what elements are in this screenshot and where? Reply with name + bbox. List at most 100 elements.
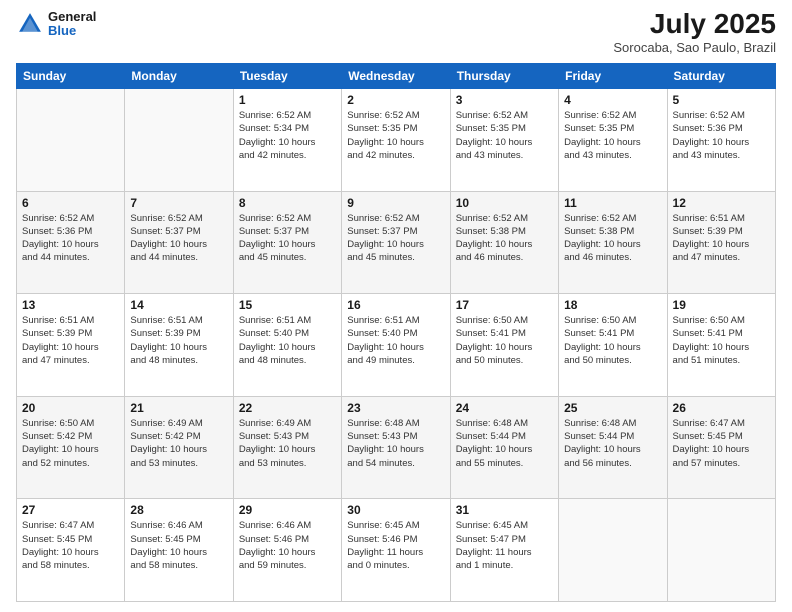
table-row: 30 Sunrise: 6:45 AMSunset: 5:46 PMDayligh… [342,499,450,602]
day-number: 29 [239,503,336,517]
table-row: 21Sunrise: 6:49 AMSunset: 5:42 PMDayligh… [125,396,233,499]
day-number: 10 [456,196,553,210]
table-row: 13 Sunrise: 6:51 AMSunset: 5:39 PMDayligh… [17,294,125,397]
day-number: 14 [130,298,227,312]
day-info: Sunrise: 6:51 AMSunset: 5:39 PMDaylight:… [130,314,227,367]
table-row: 5Sunrise: 6:52 AMSunset: 5:36 PMDaylight… [667,89,775,192]
day-number: 20 [22,401,119,415]
table-row: 1 Sunrise: 6:52 AMSunset: 5:34 PMDaylight… [233,89,341,192]
calendar-week-row: 20 Sunrise: 6:50 AMSunset: 5:42 PMDayligh… [17,396,776,499]
table-row: 28 Sunrise: 6:46 AMSunset: 5:45 PMDayligh… [125,499,233,602]
day-number: 6 [22,196,119,210]
table-row: 15Sunrise: 6:51 AMSunset: 5:40 PMDayligh… [233,294,341,397]
day-info: Sunrise: 6:52 AMSunset: 5:37 PMDaylight:… [130,212,227,265]
calendar-week-row: 6 Sunrise: 6:52 AMSunset: 5:36 PMDaylight… [17,191,776,294]
location: Sorocaba, Sao Paulo, Brazil [613,40,776,55]
day-number: 8 [239,196,336,210]
table-row: 12Sunrise: 6:51 AMSunset: 5:39 PMDayligh… [667,191,775,294]
day-info: Sunrise: 6:52 AMSunset: 5:36 PMDaylight:… [673,109,770,162]
table-row [559,499,667,602]
day-number: 7 [130,196,227,210]
table-row: 16 Sunrise: 6:51 AMSunset: 5:40 PMDayligh… [342,294,450,397]
day-info: Sunrise: 6:50 AMSunset: 5:41 PMDaylight:… [564,314,661,367]
page: General Blue July 2025 Sorocaba, Sao Pau… [0,0,792,612]
day-number: 3 [456,93,553,107]
day-number: 12 [673,196,770,210]
day-info: Sunrise: 6:47 AMSunset: 5:45 PMDaylight:… [22,519,119,572]
day-number: 30 [347,503,444,517]
title-block: July 2025 Sorocaba, Sao Paulo, Brazil [613,10,776,55]
header-saturday: Saturday [667,64,775,89]
table-row: 8 Sunrise: 6:52 AMSunset: 5:37 PMDaylight… [233,191,341,294]
logo-blue: Blue [48,24,96,38]
day-info: Sunrise: 6:51 AMSunset: 5:39 PMDaylight:… [22,314,119,367]
day-info: Sunrise: 6:45 AMSunset: 5:47 PMDaylight:… [456,519,553,572]
header-sunday: Sunday [17,64,125,89]
header-thursday: Thursday [450,64,558,89]
weekday-header-row: Sunday Monday Tuesday Wednesday Thursday… [17,64,776,89]
table-row: 11Sunrise: 6:52 AMSunset: 5:38 PMDayligh… [559,191,667,294]
day-info: Sunrise: 6:52 AMSunset: 5:37 PMDaylight:… [347,212,444,265]
header-monday: Monday [125,64,233,89]
day-number: 26 [673,401,770,415]
day-number: 31 [456,503,553,517]
day-number: 22 [239,401,336,415]
day-info: Sunrise: 6:52 AMSunset: 5:36 PMDaylight:… [22,212,119,265]
day-info: Sunrise: 6:52 AMSunset: 5:37 PMDaylight:… [239,212,336,265]
day-number: 23 [347,401,444,415]
day-info: Sunrise: 6:52 AMSunset: 5:35 PMDaylight:… [456,109,553,162]
logo: General Blue [16,10,96,39]
table-row [125,89,233,192]
day-info: Sunrise: 6:49 AMSunset: 5:42 PMDaylight:… [130,417,227,470]
table-row: 29 Sunrise: 6:46 AMSunset: 5:46 PMDayligh… [233,499,341,602]
table-row: 14 Sunrise: 6:51 AMSunset: 5:39 PMDayligh… [125,294,233,397]
day-info: Sunrise: 6:51 AMSunset: 5:40 PMDaylight:… [347,314,444,367]
header: General Blue July 2025 Sorocaba, Sao Pau… [16,10,776,55]
table-row: 6 Sunrise: 6:52 AMSunset: 5:36 PMDaylight… [17,191,125,294]
day-info: Sunrise: 6:50 AMSunset: 5:42 PMDaylight:… [22,417,119,470]
day-number: 1 [239,93,336,107]
day-info: Sunrise: 6:45 AMSunset: 5:46 PMDaylight:… [347,519,444,572]
logo-icon [16,10,44,38]
logo-text: General Blue [48,10,96,39]
day-info: Sunrise: 6:48 AMSunset: 5:43 PMDaylight:… [347,417,444,470]
table-row: 25Sunrise: 6:48 AMSunset: 5:44 PMDayligh… [559,396,667,499]
day-info: Sunrise: 6:46 AMSunset: 5:46 PMDaylight:… [239,519,336,572]
day-number: 19 [673,298,770,312]
table-row [17,89,125,192]
day-info: Sunrise: 6:50 AMSunset: 5:41 PMDaylight:… [456,314,553,367]
table-row: 10Sunrise: 6:52 AMSunset: 5:38 PMDayligh… [450,191,558,294]
day-info: Sunrise: 6:48 AMSunset: 5:44 PMDaylight:… [564,417,661,470]
day-number: 2 [347,93,444,107]
day-number: 17 [456,298,553,312]
day-info: Sunrise: 6:52 AMSunset: 5:35 PMDaylight:… [347,109,444,162]
table-row: 3 Sunrise: 6:52 AMSunset: 5:35 PMDaylight… [450,89,558,192]
day-number: 28 [130,503,227,517]
calendar-week-row: 13 Sunrise: 6:51 AMSunset: 5:39 PMDayligh… [17,294,776,397]
calendar: Sunday Monday Tuesday Wednesday Thursday… [16,63,776,602]
day-info: Sunrise: 6:49 AMSunset: 5:43 PMDaylight:… [239,417,336,470]
day-number: 24 [456,401,553,415]
day-number: 16 [347,298,444,312]
table-row: 31 Sunrise: 6:45 AMSunset: 5:47 PMDayligh… [450,499,558,602]
day-info: Sunrise: 6:50 AMSunset: 5:41 PMDaylight:… [673,314,770,367]
day-number: 13 [22,298,119,312]
header-tuesday: Tuesday [233,64,341,89]
calendar-week-row: 27Sunrise: 6:47 AMSunset: 5:45 PMDayligh… [17,499,776,602]
table-row: 7 Sunrise: 6:52 AMSunset: 5:37 PMDaylight… [125,191,233,294]
table-row: 18Sunrise: 6:50 AMSunset: 5:41 PMDayligh… [559,294,667,397]
table-row: 24Sunrise: 6:48 AMSunset: 5:44 PMDayligh… [450,396,558,499]
logo-general: General [48,10,96,24]
table-row: 19 Sunrise: 6:50 AMSunset: 5:41 PMDayligh… [667,294,775,397]
day-info: Sunrise: 6:52 AMSunset: 5:34 PMDaylight:… [239,109,336,162]
table-row [667,499,775,602]
table-row: 20 Sunrise: 6:50 AMSunset: 5:42 PMDayligh… [17,396,125,499]
day-info: Sunrise: 6:51 AMSunset: 5:40 PMDaylight:… [239,314,336,367]
day-info: Sunrise: 6:52 AMSunset: 5:35 PMDaylight:… [564,109,661,162]
table-row: 27Sunrise: 6:47 AMSunset: 5:45 PMDayligh… [17,499,125,602]
table-row: 17 Sunrise: 6:50 AMSunset: 5:41 PMDayligh… [450,294,558,397]
table-row: 26Sunrise: 6:47 AMSunset: 5:45 PMDayligh… [667,396,775,499]
day-info: Sunrise: 6:46 AMSunset: 5:45 PMDaylight:… [130,519,227,572]
calendar-week-row: 1 Sunrise: 6:52 AMSunset: 5:34 PMDaylight… [17,89,776,192]
table-row: 2 Sunrise: 6:52 AMSunset: 5:35 PMDaylight… [342,89,450,192]
